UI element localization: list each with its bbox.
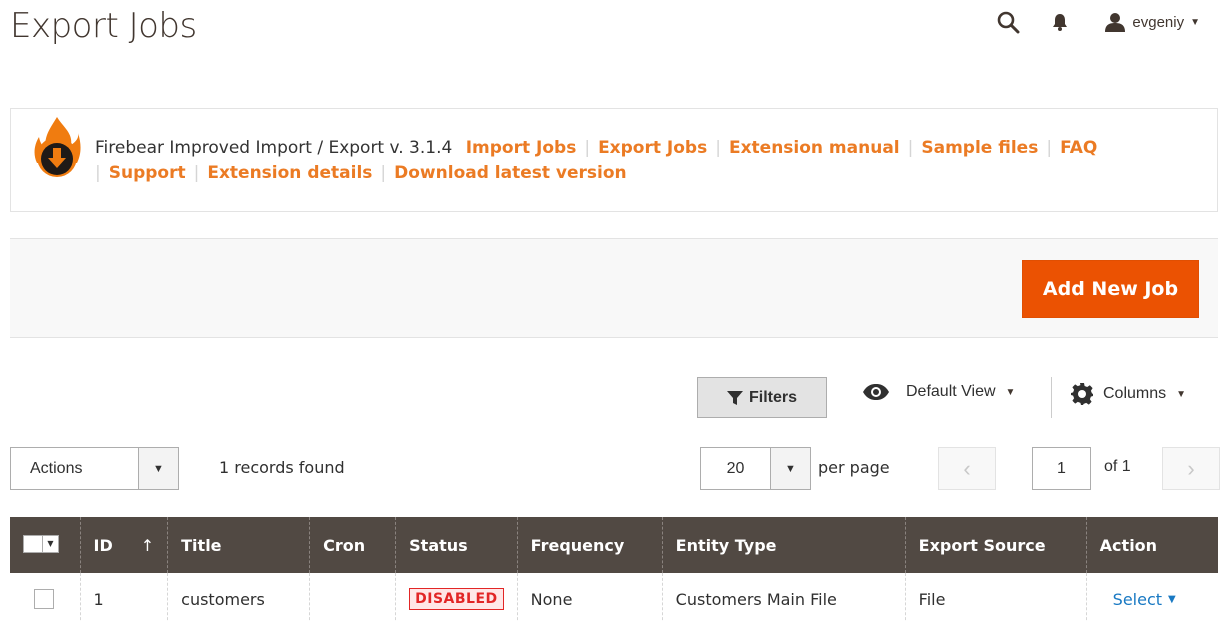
chevron-right-icon: › xyxy=(1187,455,1195,481)
chevron-down-icon: ▼ xyxy=(42,535,58,552)
row-action-select[interactable]: Select ▼ xyxy=(1113,590,1176,609)
divider: | xyxy=(380,163,387,183)
sort-arrow-icon: ↑ xyxy=(140,535,155,555)
search-icon[interactable] xyxy=(990,4,1026,40)
mass-select-checkbox[interactable]: ▼ xyxy=(23,534,59,553)
link-faq[interactable]: FAQ xyxy=(1060,138,1097,158)
filters-button[interactable]: Filters xyxy=(697,377,827,418)
link-extension-details[interactable]: Extension details xyxy=(207,163,372,183)
row-select-cell xyxy=(10,573,80,621)
divider: | xyxy=(1046,138,1053,158)
per-page-label: per page xyxy=(818,458,890,477)
link-export-jobs[interactable]: Export Jobs xyxy=(598,138,707,158)
cell-export-source: File xyxy=(904,573,1087,621)
page-title: Export Jobs xyxy=(10,6,197,46)
next-page-button[interactable]: › xyxy=(1162,447,1220,490)
divider: | xyxy=(907,138,914,158)
column-header-cron[interactable]: Cron xyxy=(309,517,396,573)
column-header-id[interactable]: ID ↑ xyxy=(79,517,168,573)
link-import-jobs[interactable]: Import Jobs xyxy=(466,138,577,158)
user-icon xyxy=(1105,13,1126,32)
divider xyxy=(1051,377,1052,418)
banner-text: Firebear Improved Import / Export v. 3.1… xyxy=(95,136,1175,186)
chevron-down-icon: ▼ xyxy=(1005,386,1016,398)
status-badge: DISABLED xyxy=(409,588,504,610)
previous-page-button[interactable]: ‹ xyxy=(938,447,996,490)
chevron-down-icon: ▼ xyxy=(1190,16,1200,28)
divider: | xyxy=(95,163,101,183)
firebear-logo-icon xyxy=(34,117,81,177)
cell-entity-type: Customers Main File xyxy=(661,573,906,621)
link-support[interactable]: Support xyxy=(109,163,186,183)
link-sample-files[interactable]: Sample files xyxy=(921,138,1038,158)
chevron-down-icon[interactable]: ▼ xyxy=(771,448,810,489)
header-actions: evgeniy ▼ xyxy=(990,0,1224,44)
filters-label: Filters xyxy=(748,388,797,406)
add-new-job-button[interactable]: Add New Job xyxy=(1022,260,1199,318)
chevron-down-icon: ▼ xyxy=(1176,388,1187,400)
per-page-value: 20 xyxy=(701,448,771,489)
link-download-latest[interactable]: Download latest version xyxy=(394,163,627,183)
row-action-label: Select xyxy=(1112,589,1163,609)
grid-controls: Actions ▼ 1 records found 20 ▼ per page … xyxy=(0,447,1224,491)
gear-icon xyxy=(1071,383,1093,405)
table-header-row: ▼ ID ↑ Title Cron Status Frequency Entity… xyxy=(10,517,1218,573)
column-header-frequency[interactable]: Frequency xyxy=(516,517,663,573)
eye-icon xyxy=(863,384,889,400)
divider: | xyxy=(715,138,721,158)
cell-status: DISABLED xyxy=(395,573,518,621)
columns-label: Columns xyxy=(1103,385,1167,402)
mass-select-header[interactable]: ▼ xyxy=(10,517,80,573)
cell-action: Select ▼ xyxy=(1085,573,1218,621)
table-row[interactable]: 1 customers DISABLED None Customers Main… xyxy=(10,573,1218,621)
cell-cron xyxy=(309,573,396,621)
filter-icon xyxy=(726,390,743,405)
page-total: of 1 xyxy=(1104,458,1131,475)
page-number-input[interactable]: 1 xyxy=(1032,447,1091,490)
chevron-left-icon: ‹ xyxy=(963,455,971,481)
column-header-action: Action xyxy=(1085,517,1218,573)
chevron-down-icon: ▼ xyxy=(138,448,178,489)
default-view-dropdown[interactable]: Default View ▼ xyxy=(862,383,1015,401)
chevron-down-icon: ▼ xyxy=(1168,593,1176,605)
username: evgeniy xyxy=(1132,13,1185,31)
bell-icon[interactable] xyxy=(1042,4,1078,40)
user-menu[interactable]: evgeniy ▼ xyxy=(1104,12,1200,32)
divider: | xyxy=(193,163,200,183)
extension-banner: Firebear Improved Import / Export v. 3.1… xyxy=(10,108,1218,212)
default-view-label: Default View xyxy=(906,383,996,400)
jobs-table: ▼ ID ↑ Title Cron Status Frequency Entity… xyxy=(10,517,1218,621)
mass-actions-select[interactable]: Actions ▼ xyxy=(10,447,179,490)
per-page-select[interactable]: 20 ▼ xyxy=(700,447,811,490)
column-header-entity-type[interactable]: Entity Type xyxy=(661,517,906,573)
columns-dropdown[interactable]: Columns ▼ xyxy=(1071,383,1186,405)
cell-id: 1 xyxy=(79,573,168,621)
cell-frequency: None xyxy=(516,573,663,621)
cell-title: customers xyxy=(167,573,310,621)
row-checkbox[interactable] xyxy=(34,589,54,609)
banner-intro: Firebear Improved Import / Export v. 3.1… xyxy=(95,138,453,158)
mass-actions-label: Actions xyxy=(30,459,83,477)
column-header-title[interactable]: Title xyxy=(167,517,310,573)
column-header-status[interactable]: Status xyxy=(395,517,518,573)
page-actions-bar: Add New Job xyxy=(10,238,1218,338)
records-found: 1 records found xyxy=(219,458,345,477)
link-extension-manual[interactable]: Extension manual xyxy=(729,138,900,158)
divider: | xyxy=(584,138,591,158)
column-header-export-source[interactable]: Export Source xyxy=(904,517,1087,573)
grid-tools: Filters Default View ▼ Columns ▼ xyxy=(0,377,1224,419)
